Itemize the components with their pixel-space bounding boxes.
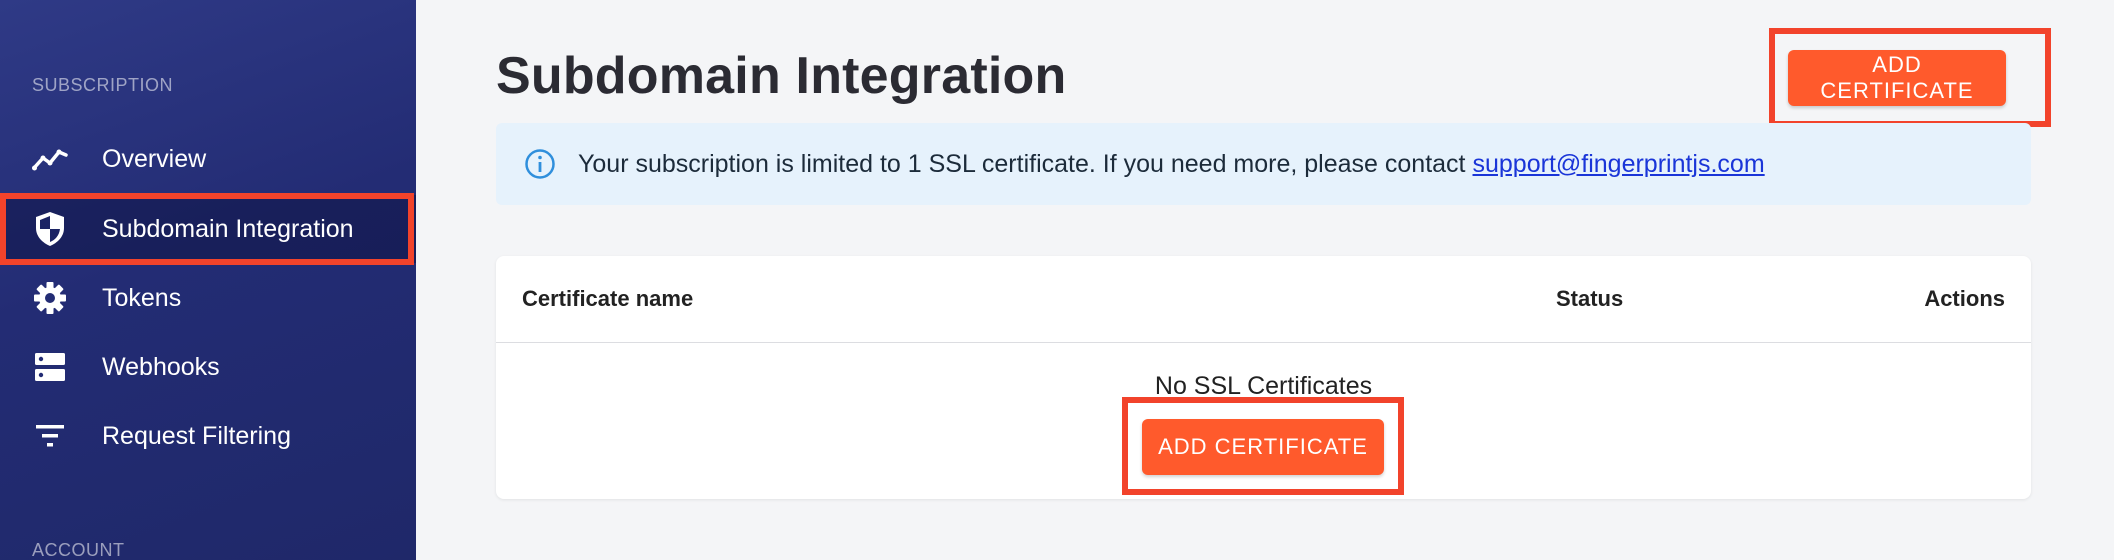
empty-state-text: No SSL Certificates [1154, 372, 1373, 400]
app-root: SUBSCRIPTION Overview Subdomain Integrat… [0, 0, 2114, 560]
shield-icon [32, 211, 68, 247]
info-banner: Your subscription is limited to 1 SSL ce… [496, 123, 2031, 205]
sidebar-item-subdomain-integration[interactable]: Subdomain Integration [0, 195, 416, 263]
column-header-actions: Actions [1924, 286, 2005, 311]
info-banner-text: Your subscription is limited to 1 SSL ce… [578, 150, 1765, 179]
section-label-account: ACCOUNT [32, 540, 125, 560]
sidebar-item-tokens[interactable]: Tokens [0, 264, 416, 332]
column-header-certificate-name: Certificate name [522, 286, 694, 311]
info-banner-message: Your subscription is limited to 1 SSL ce… [578, 149, 1466, 178]
server-icon [32, 349, 68, 385]
page-title: Subdomain Integration [496, 47, 1067, 105]
sidebar-item-label: Request Filtering [102, 421, 291, 450]
sidebar-item-label: Tokens [102, 283, 182, 312]
sidebar-item-label: Subdomain Integration [102, 214, 354, 243]
sidebar-item-request-filtering[interactable]: Request Filtering [0, 402, 416, 470]
sidebar-item-overview[interactable]: Overview [0, 125, 416, 193]
sidebar: SUBSCRIPTION Overview Subdomain Integrat… [0, 0, 416, 560]
add-certificate-empty-button[interactable]: ADD CERTIFICATE [1142, 419, 1384, 475]
trending-line-icon [32, 141, 68, 177]
sidebar-item-webhooks[interactable]: Webhooks [0, 333, 416, 401]
section-label-subscription: SUBSCRIPTION [32, 75, 174, 95]
filter-icon [32, 418, 68, 454]
column-header-status: Status [1556, 286, 1624, 311]
sidebar-item-label: Webhooks [102, 352, 220, 381]
gear-icon [32, 280, 68, 316]
table-header: Certificate name Status Actions [496, 256, 2031, 343]
add-certificate-button[interactable]: ADD CERTIFICATE [1788, 50, 2006, 106]
support-email-link[interactable]: support@fingerprintjs.com [1473, 150, 1765, 178]
sidebar-item-label: Overview [102, 144, 207, 173]
info-icon [524, 148, 556, 180]
